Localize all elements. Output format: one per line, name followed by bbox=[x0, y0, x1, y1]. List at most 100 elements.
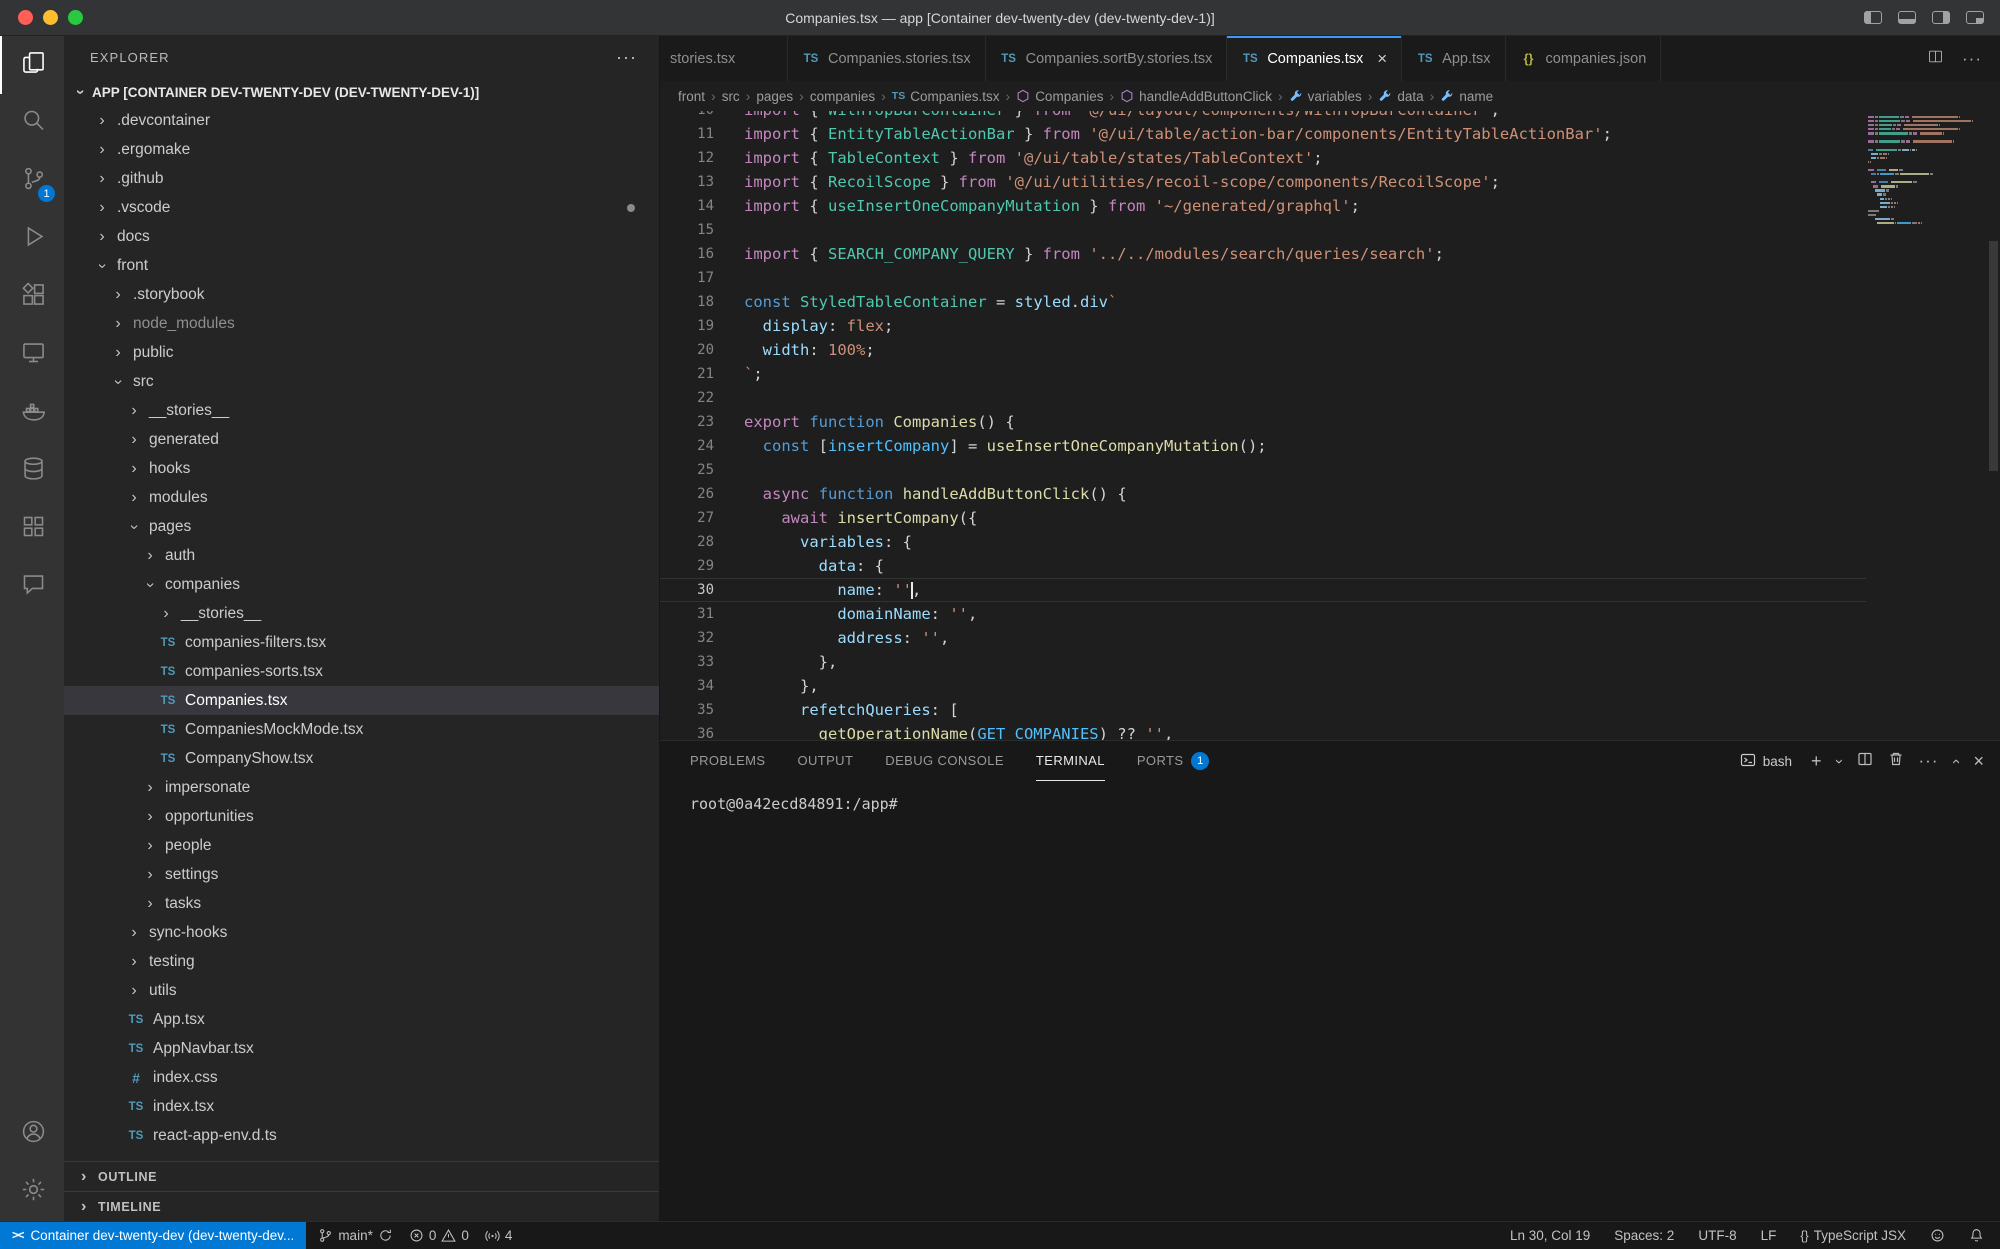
code-line-35[interactable]: 35 refetchQueries: [ bbox=[660, 698, 1866, 722]
cursor-position-status[interactable]: Ln 30, Col 19 bbox=[1510, 1228, 1590, 1243]
code-line-16[interactable]: 16import { SEARCH_COMPANY_QUERY } from '… bbox=[660, 242, 1866, 266]
tree-file-index-tsx[interactable]: TSindex.tsx bbox=[64, 1092, 659, 1121]
tree-folder-storybook[interactable]: ›.storybook bbox=[64, 280, 659, 309]
line-number[interactable]: 10 bbox=[660, 111, 744, 122]
line-number[interactable]: 22 bbox=[660, 386, 744, 410]
outline-section[interactable]: › OUTLINE bbox=[64, 1161, 659, 1191]
more-actions-icon[interactable]: ··· bbox=[1962, 49, 1982, 69]
tree-folder-ergomake[interactable]: ›.ergomake bbox=[64, 135, 659, 164]
tree-folder-sync-hooks[interactable]: ›sync-hooks bbox=[64, 918, 659, 947]
panel-tab-terminal[interactable]: TERMINAL bbox=[1036, 741, 1105, 781]
line-number[interactable]: 21 bbox=[660, 362, 744, 386]
indentation-status[interactable]: Spaces: 2 bbox=[1614, 1228, 1674, 1243]
tree-folder-pages[interactable]: ›pages bbox=[64, 512, 659, 541]
code-line-12[interactable]: 12import { TableContext } from '@/ui/tab… bbox=[660, 146, 1866, 170]
tree-folder-hooks[interactable]: ›hooks bbox=[64, 454, 659, 483]
tree-folder-companies[interactable]: ›companies bbox=[64, 570, 659, 599]
breadcrumb-variables[interactable]: variables bbox=[1289, 89, 1362, 104]
problems-status[interactable]: 0 0 bbox=[409, 1228, 469, 1243]
code-line-21[interactable]: 21`; bbox=[660, 362, 1866, 386]
code-line-11[interactable]: 11import { EntityTableActionBar } from '… bbox=[660, 122, 1866, 146]
code-line-29[interactable]: 29 data: { bbox=[660, 554, 1866, 578]
explorer-more-actions-icon[interactable]: ··· bbox=[616, 47, 637, 68]
line-number[interactable]: 29 bbox=[660, 554, 744, 578]
panel-tab-ports[interactable]: PORTS1 bbox=[1137, 741, 1210, 781]
notifications-status[interactable] bbox=[1969, 1228, 1984, 1243]
breadcrumb-companies[interactable]: companies bbox=[810, 89, 875, 104]
code-line-13[interactable]: 13import { RecoilScope } from '@/ui/util… bbox=[660, 170, 1866, 194]
line-number[interactable]: 33 bbox=[660, 650, 744, 674]
code-line-17[interactable]: 17 bbox=[660, 266, 1866, 290]
code-line-26[interactable]: 26 async function handleAddButtonClick()… bbox=[660, 482, 1866, 506]
code-line-22[interactable]: 22 bbox=[660, 386, 1866, 410]
tree-folder-docs[interactable]: ›docs bbox=[64, 222, 659, 251]
breadcrumb-companies-tsx[interactable]: TSCompanies.tsx bbox=[892, 89, 1000, 104]
line-number[interactable]: 28 bbox=[660, 530, 744, 554]
language-mode-status[interactable]: {} TypeScript JSX bbox=[1800, 1228, 1906, 1243]
line-number[interactable]: 19 bbox=[660, 314, 744, 338]
tree-file-react-app-env-d-ts[interactable]: TSreact-app-env.d.ts bbox=[64, 1121, 659, 1150]
tab-companies-tsx[interactable]: TSCompanies.tsx× bbox=[1227, 36, 1402, 81]
eol-status[interactable]: LF bbox=[1761, 1228, 1777, 1243]
run-and-debug-button[interactable] bbox=[0, 210, 64, 268]
code-line-28[interactable]: 28 variables: { bbox=[660, 530, 1866, 554]
tree-file-companiesmockmode-tsx[interactable]: TSCompaniesMockMode.tsx bbox=[64, 715, 659, 744]
tree-folder-settings[interactable]: ›settings bbox=[64, 860, 659, 889]
code-line-15[interactable]: 15 bbox=[660, 218, 1866, 242]
code-line-24[interactable]: 24 const [insertCompany] = useInsertOneC… bbox=[660, 434, 1866, 458]
encoding-status[interactable]: UTF-8 bbox=[1698, 1228, 1736, 1243]
tree-folder-stories[interactable]: ›__stories__ bbox=[64, 599, 659, 628]
tree-folder-node-modules[interactable]: ›node_modules bbox=[64, 309, 659, 338]
tree-file-app-tsx[interactable]: TSApp.tsx bbox=[64, 1005, 659, 1034]
tree-folder-tasks[interactable]: ›tasks bbox=[64, 889, 659, 918]
code-line-23[interactable]: 23export function Companies() { bbox=[660, 410, 1866, 434]
tree-folder-github[interactable]: ›.github bbox=[64, 164, 659, 193]
tree-folder-public[interactable]: ›public bbox=[64, 338, 659, 367]
breadcrumb-handleaddbuttonclick[interactable]: handleAddButtonClick bbox=[1120, 89, 1272, 104]
database-button[interactable] bbox=[0, 442, 64, 500]
code-line-34[interactable]: 34 }, bbox=[660, 674, 1866, 698]
panel-tab-debug-console[interactable]: DEBUG CONSOLE bbox=[885, 741, 1004, 781]
tree-file-companyshow-tsx[interactable]: TSCompanyShow.tsx bbox=[64, 744, 659, 773]
line-number[interactable]: 13 bbox=[660, 170, 744, 194]
panel-tab-problems[interactable]: PROBLEMS bbox=[690, 741, 765, 781]
ports-status[interactable]: 4 bbox=[485, 1228, 513, 1243]
accounts-button[interactable] bbox=[0, 1105, 64, 1163]
close-panel-icon[interactable]: × bbox=[1973, 751, 1984, 772]
settings-button[interactable] bbox=[0, 1163, 64, 1221]
line-number[interactable]: 17 bbox=[660, 266, 744, 290]
customize-layout-icon[interactable] bbox=[1966, 11, 1984, 24]
split-editor-icon[interactable] bbox=[1927, 48, 1944, 70]
code-line-20[interactable]: 20 width: 100%; bbox=[660, 338, 1866, 362]
line-number[interactable]: 36 bbox=[660, 722, 744, 740]
maximize-panel-icon[interactable]: › bbox=[1947, 759, 1964, 764]
branch-status[interactable]: main* bbox=[318, 1228, 393, 1243]
code-line-18[interactable]: 18const StyledTableContainer = styled.di… bbox=[660, 290, 1866, 314]
breadcrumb-pages[interactable]: pages bbox=[756, 89, 793, 104]
line-number[interactable]: 20 bbox=[660, 338, 744, 362]
code-line-30[interactable]: 30 name: '', bbox=[660, 578, 1866, 602]
line-number[interactable]: 24 bbox=[660, 434, 744, 458]
scrollbar-thumb[interactable] bbox=[1989, 241, 1998, 471]
tree-folder-src[interactable]: ›src bbox=[64, 367, 659, 396]
tab-companies-json[interactable]: {}companies.json bbox=[1506, 36, 1662, 81]
remote-indicator[interactable]: >< Container dev-twenty-dev (dev-twenty-… bbox=[0, 1222, 306, 1249]
line-number[interactable]: 34 bbox=[660, 674, 744, 698]
tree-file-companies-sorts-tsx[interactable]: TScompanies-sorts.tsx bbox=[64, 657, 659, 686]
tree-folder-generated[interactable]: ›generated bbox=[64, 425, 659, 454]
code-line-10[interactable]: 10import { WithTopBarContainer } from '@… bbox=[660, 111, 1866, 122]
tree-folder-modules[interactable]: ›modules bbox=[64, 483, 659, 512]
chat-button[interactable] bbox=[0, 558, 64, 616]
apps-grid-button[interactable] bbox=[0, 500, 64, 558]
code-line-25[interactable]: 25 bbox=[660, 458, 1866, 482]
tree-folder-opportunities[interactable]: ›opportunities bbox=[64, 802, 659, 831]
line-number[interactable]: 18 bbox=[660, 290, 744, 314]
source-control-button[interactable]: 1 bbox=[0, 152, 64, 210]
extensions-button[interactable] bbox=[0, 268, 64, 326]
tree-folder-stories[interactable]: ›__stories__ bbox=[64, 396, 659, 425]
tree-folder-front[interactable]: ›front bbox=[64, 251, 659, 280]
line-number[interactable]: 25 bbox=[660, 458, 744, 482]
breadcrumb-front[interactable]: front bbox=[678, 89, 705, 104]
line-number[interactable]: 26 bbox=[660, 482, 744, 506]
code-line-36[interactable]: 36 getOperationName(GET_COMPANIES) ?? ''… bbox=[660, 722, 1866, 740]
